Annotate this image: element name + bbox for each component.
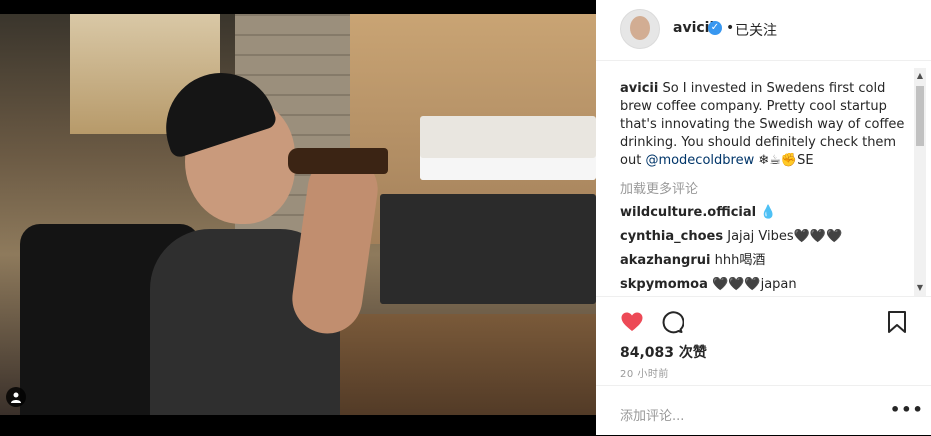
verified-badge-icon: ✓ (708, 21, 722, 35)
comment-item: wildculture.official 💧 (620, 204, 912, 221)
post-panel: avicii ✓ • 已关注 avicii So I invested in S… (596, 0, 931, 435)
caption: avicii So I invested in Swedens first co… (620, 80, 912, 170)
caption-username[interactable]: avicii (620, 81, 658, 96)
heart-icon[interactable] (620, 310, 644, 334)
comment-item: cynthia_choes Jajaj Vibes🖤🖤🖤 (620, 228, 912, 245)
caption-mention-link[interactable]: @modecoldbrew (645, 153, 754, 168)
scrollbar-thumb[interactable] (916, 86, 924, 146)
header-separator: • (726, 20, 735, 36)
post-photo[interactable] (0, 14, 596, 415)
caption-emoji: ❄☕✊SE (754, 153, 814, 168)
avatar[interactable] (620, 9, 660, 49)
comments-scrollbar[interactable]: ▲ ▼ (914, 68, 926, 296)
comment-username[interactable]: akazhangrui (620, 253, 710, 268)
comment-text: 💧 (760, 205, 777, 220)
photo-keyboard-top (420, 116, 596, 180)
comment-username[interactable]: skpymomoa (620, 277, 708, 292)
photo-synth (380, 194, 596, 304)
likes-count[interactable]: 84,083 次赞 (620, 342, 707, 362)
bookmark-icon[interactable] (886, 310, 908, 334)
comment-item: skpymomoa 🖤🖤🖤japan (620, 276, 912, 293)
post-header: avicii ✓ • 已关注 (596, 0, 931, 61)
load-more-comments-button[interactable]: 加载更多评论 (620, 178, 912, 197)
comment-username[interactable]: wildculture.official (620, 205, 756, 220)
comment-icon[interactable] (660, 310, 684, 334)
action-bar (596, 296, 931, 345)
comment-text: hhh喝酒 (714, 253, 766, 268)
add-comment-input[interactable]: 添加评论... (620, 405, 684, 424)
comment-text: 🖤🖤🖤japan (712, 277, 797, 292)
comment-username[interactable]: cynthia_choes (620, 229, 723, 244)
more-options-icon[interactable]: ••• (890, 400, 924, 419)
comments-list[interactable]: avicii So I invested in Swedens first co… (620, 80, 912, 296)
comment-text: Jajaj Vibes🖤🖤🖤 (727, 229, 843, 244)
follow-button[interactable]: 已关注 (735, 20, 777, 40)
scroll-down-arrow-icon[interactable]: ▼ (914, 282, 926, 294)
user-tag-icon[interactable] (6, 387, 26, 407)
post-timestamp[interactable]: 20 小时前 (620, 365, 669, 380)
scroll-up-arrow-icon[interactable]: ▲ (914, 70, 926, 82)
comment-item: akazhangrui hhh喝酒 (620, 252, 912, 269)
add-comment-row: 添加评论... ••• (596, 385, 931, 436)
photo-bottle (288, 148, 388, 174)
